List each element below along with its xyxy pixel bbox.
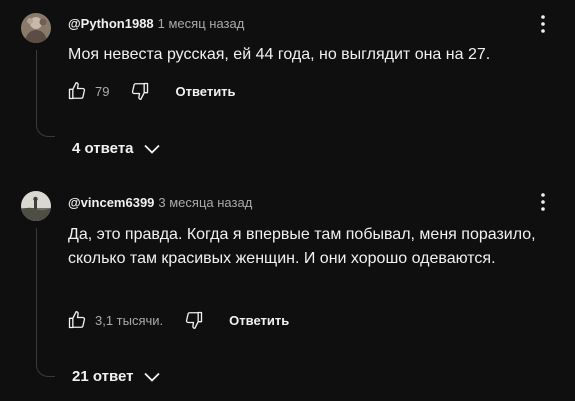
comment-actions: 79 Ответить xyxy=(66,79,236,103)
thumb-up-icon[interactable] xyxy=(66,80,88,102)
author-name[interactable]: @Python1988 xyxy=(68,16,154,31)
comment: @vincem6399 3 месяца назад Да, это правда… xyxy=(0,180,575,401)
replies-toggle-button[interactable]: 21 ответ xyxy=(72,368,160,385)
thread-line xyxy=(36,228,37,362)
comment-actions: 3,1 тысячи. Ответить xyxy=(66,308,289,332)
thumb-up-icon[interactable] xyxy=(66,309,88,331)
more-vertical-icon[interactable] xyxy=(536,190,550,214)
more-vertical-icon[interactable] xyxy=(536,12,550,36)
avatar[interactable] xyxy=(21,191,51,221)
author-name[interactable]: @vincem6399 xyxy=(68,195,154,210)
comment-text: Да, это правда. Когда я впервые там побы… xyxy=(68,226,536,267)
reply-button[interactable]: Ответить xyxy=(229,313,289,328)
thread-connector xyxy=(36,362,55,377)
like-count: 79 xyxy=(95,83,110,99)
comment-header: @Python1988 1 месяц назад xyxy=(68,15,244,33)
avatar[interactable] xyxy=(21,13,51,43)
comment: @Python1988 1 месяц назад Моя невеста рус… xyxy=(0,0,575,170)
comment-time[interactable]: 3 месяца назад xyxy=(158,195,252,210)
chevron-down-icon xyxy=(143,372,160,382)
comment-time[interactable]: 1 месяц назад xyxy=(158,16,245,31)
like-count: 3,1 тысячи. xyxy=(95,312,164,328)
replies-count: 4 ответа xyxy=(72,140,134,157)
thread-line xyxy=(36,50,37,122)
comment-text: Моя невеста русская, ей 44 года, но выгл… xyxy=(68,46,491,63)
chevron-down-icon xyxy=(143,144,160,154)
reply-button[interactable]: Ответить xyxy=(175,84,235,99)
thumb-down-icon[interactable] xyxy=(129,80,151,102)
thread-connector xyxy=(36,122,55,137)
replies-toggle-button[interactable]: 4 ответа xyxy=(72,140,160,157)
replies-count: 21 ответ xyxy=(72,368,134,385)
comment-header: @vincem6399 3 месяца назад xyxy=(68,194,252,212)
thumb-down-icon[interactable] xyxy=(183,309,205,331)
